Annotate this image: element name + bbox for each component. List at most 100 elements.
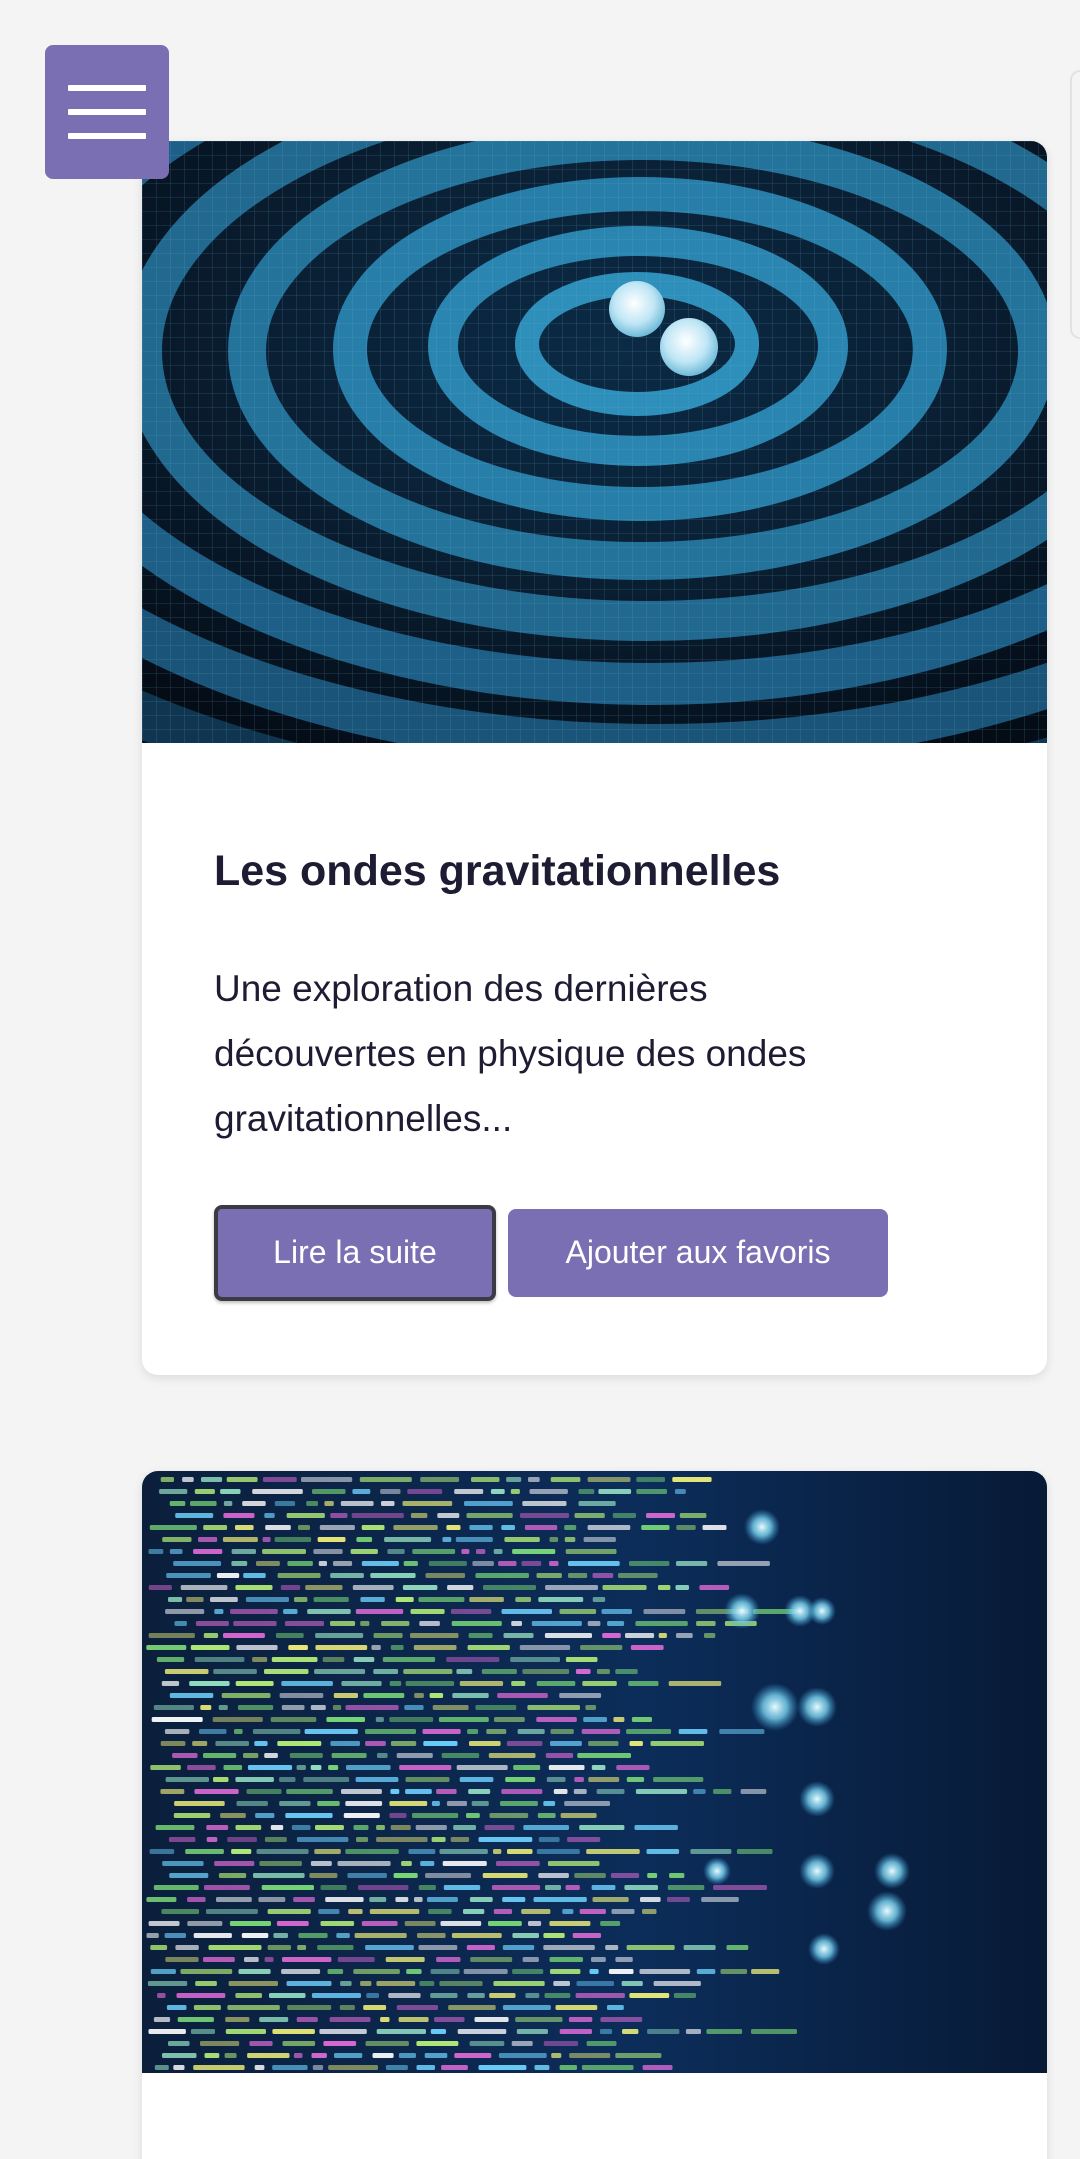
code-line-decoration [242,1501,266,1506]
code-line-decoration [405,1681,455,1686]
code-line-decoration [432,1705,469,1710]
code-line-decoration [494,1717,525,1722]
code-line-decoration [431,1837,446,1842]
code-line-decoration [284,1621,324,1626]
code-line-decoration [478,2065,527,2070]
code-line-decoration [360,1597,385,1602]
code-line-decoration [425,1573,466,1578]
code-line-decoration [193,1933,232,1938]
code-line-decoration [343,1813,380,1818]
code-line-decoration [527,1705,580,1710]
code-line-decoration [254,1741,268,1746]
code-line-decoration [360,1981,372,1986]
code-line-decoration [610,1873,640,1878]
code-line-decoration [150,1969,176,1974]
code-line-decoration [354,1933,407,1938]
code-line-decoration [459,1681,504,1686]
code-line-decoration [427,1897,458,1902]
code-line-decoration [146,1933,159,1938]
code-line-decoration [204,2053,220,2058]
code-line-decoration [243,1753,259,1758]
code-line-decoration [641,1525,670,1530]
code-line-decoration [376,1825,385,1830]
code-line-decoration [252,1489,303,1494]
code-line-decoration [225,2017,250,2022]
code-line-decoration [187,1921,223,1926]
code-line-decoration [234,1729,243,1734]
code-line-decoration [569,2053,611,2058]
code-line-decoration [371,1645,381,1650]
code-line-decoration [420,1477,460,1482]
code-line-decoration [282,1957,332,1962]
code-line-decoration [647,1873,658,1878]
code-line-decoration [303,1777,350,1782]
code-line-decoration [469,1597,504,1602]
code-line-decoration [220,1813,246,1818]
menu-button[interactable] [45,45,169,179]
code-line-decoration [501,1609,552,1614]
add-to-favorites-button[interactable]: Ajouter aux favoris [508,1208,888,1297]
code-line-decoration [296,2017,318,2022]
code-line-decoration [719,1729,765,1734]
code-line-decoration [580,1645,623,1650]
code-line-decoration [334,2053,363,2058]
code-line-decoration [330,1741,360,1746]
code-line-decoration [283,1609,298,1614]
code-line-decoration [164,1669,209,1674]
side-panel-handle[interactable] [1070,70,1080,339]
code-line-decoration [522,1501,567,1506]
code-line-decoration [549,1561,559,1566]
code-line-decoration [592,1573,614,1578]
code-line-decoration [521,1909,551,1914]
code-line-decoration [353,1969,400,1974]
code-line-decoration [523,1825,569,1830]
code-line-decoration [398,2017,429,2022]
code-line-decoration [376,2029,426,2034]
code-line-decoration [148,1921,180,1926]
code-line-decoration [201,1477,223,1482]
code-line-decoration [323,2041,357,2046]
code-line-decoration [333,1561,353,1566]
code-line-decoration [676,1561,708,1566]
code-line-decoration [587,1477,631,1482]
code-line-decoration [365,1945,414,1950]
code-line-decoration [262,1537,271,1542]
code-line-decoration [187,1897,206,1902]
code-line-decoration [370,1573,416,1578]
code-line-decoration [515,2017,563,2022]
code-line-decoration [531,1621,582,1626]
code-line-decoration [238,1969,271,1974]
code-line-decoration [262,1477,297,1482]
code-line-decoration [424,2053,448,2058]
code-line-decoration [470,1957,513,1962]
read-more-button[interactable]: Lire la suite [214,1204,496,1301]
code-line-decoration [419,1981,435,1986]
code-line-decoration [502,1897,526,1902]
code-line-decoration [310,1861,332,1866]
gravitational-waves-image[interactable] [142,141,1047,743]
code-line-decoration [203,1525,228,1530]
code-line-decoration [615,2053,662,2058]
code-line-decoration [586,1849,640,1854]
code-line-decoration [355,1609,404,1614]
code-line-decoration [583,1537,616,1542]
code-line-decoration [175,1513,214,1518]
code-line-decoration [189,1681,230,1686]
code-image[interactable] [142,1471,1047,2073]
code-line-decoration [347,1873,387,1878]
code-line-decoration [428,1909,452,1914]
code-line-decoration [215,1741,249,1746]
card-title[interactable]: Les ondes gravitationnelles [214,743,975,898]
code-line-decoration [245,1597,289,1602]
code-line-decoration [393,1873,418,1878]
code-line-decoration [190,1501,217,1506]
code-line-decoration [313,1597,349,1602]
code-line-decoration [324,1501,334,1506]
hamburger-icon-bar [68,109,146,115]
code-line-decoration [713,1885,767,1890]
code-line-decoration [667,1885,705,1890]
code-line-decoration [226,1477,258,1482]
code-line-decoration [353,1657,375,1662]
code-line-decoration [146,1645,187,1650]
code-line-decoration [500,1801,538,1806]
